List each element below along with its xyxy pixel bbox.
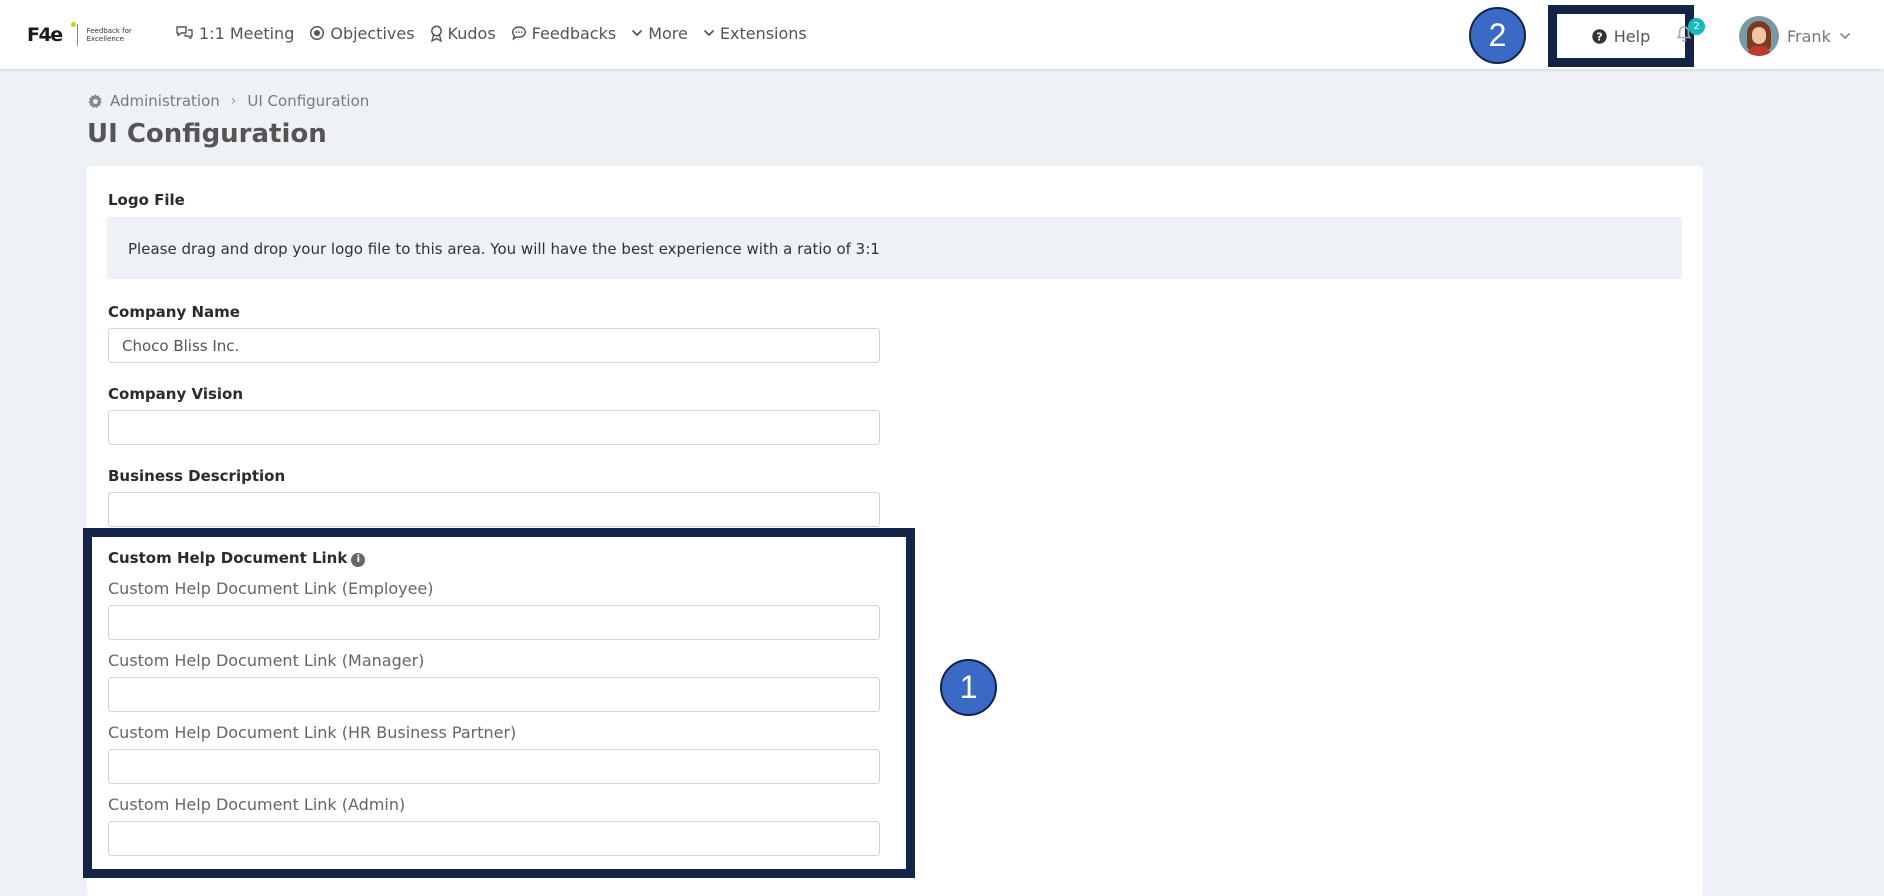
avatar-shirt <box>1748 46 1770 56</box>
logo-mark: F4e <box>27 24 63 46</box>
chevron-down-icon <box>632 29 643 37</box>
custom-help-hr-business-partner-input[interactable] <box>108 749 880 784</box>
avatar <box>1739 16 1779 56</box>
page-title: UI Configuration <box>87 119 327 149</box>
award-icon <box>430 25 442 42</box>
company-vision-label: Company Vision <box>108 385 244 403</box>
breadcrumb-current: UI Configuration <box>247 92 370 110</box>
company-vision-input[interactable] <box>108 410 880 445</box>
nav-item-1on1-meeting[interactable]: 1:1 Meeting <box>175 24 294 43</box>
logo-tagline: Feedback for Excellence <box>86 27 132 43</box>
chat-bubbles-icon <box>176 26 193 39</box>
nav-item-label: More <box>648 23 688 43</box>
nav-item-label: Feedbacks <box>531 23 617 43</box>
user-menu[interactable]: Frank <box>1739 16 1851 56</box>
company-name-input[interactable] <box>108 328 880 363</box>
custom-help-manager-input[interactable] <box>108 677 880 712</box>
user-name: Frank <box>1787 26 1831 46</box>
business-description-input[interactable] <box>108 492 880 527</box>
avatar-face <box>1752 27 1766 44</box>
logo-divider <box>76 24 78 46</box>
logo-file-label: Logo File <box>108 191 185 209</box>
help-button-label: Help <box>1613 26 1651 46</box>
chevron-down-icon <box>1839 32 1850 40</box>
svg-text:?: ? <box>1596 30 1602 43</box>
nav-item-objectives[interactable]: Objectives <box>309 23 415 43</box>
custom-help-admin-input[interactable] <box>108 821 880 856</box>
nav-item-label: Kudos <box>447 23 496 43</box>
nav-item-extensions[interactable]: Extensions <box>703 24 807 43</box>
gear-icon <box>88 93 102 108</box>
chevron-down-icon <box>703 29 714 37</box>
nav-item-label: Objectives <box>330 23 415 43</box>
nav-item-more[interactable]: More <box>631 24 688 43</box>
question-circle-icon: ? <box>1592 28 1607 44</box>
top-navigation-bar: F4e Feedback for Excellence 1:1 Meeting … <box>0 0 1884 69</box>
nav-item-label: Extensions <box>719 23 807 43</box>
logo-dot <box>71 22 76 27</box>
target-icon <box>310 25 325 41</box>
notification-badge: 2 <box>1688 18 1705 35</box>
nav-item-feedbacks[interactable]: Feedbacks <box>511 23 617 43</box>
step-marker-1: 1 <box>940 659 997 716</box>
business-description-label: Business Description <box>108 467 286 485</box>
nav-item-label: 1:1 Meeting <box>199 23 295 43</box>
company-name-label: Company Name <box>108 303 240 321</box>
info-icon[interactable]: i <box>351 553 366 567</box>
custom-help-label-text: Custom Help Document Link <box>108 549 348 567</box>
breadcrumb-separator-icon: › <box>230 93 237 109</box>
app-logo[interactable]: F4e Feedback for Excellence <box>27 20 139 50</box>
help-button[interactable]: ? Help <box>1548 5 1694 67</box>
breadcrumb: Administration › UI Configuration <box>88 92 369 110</box>
comment-icon <box>511 26 526 41</box>
logo-dropzone[interactable]: Please drag and drop your logo file to t… <box>107 217 1682 279</box>
breadcrumb-administration[interactable]: Administration <box>110 92 220 110</box>
custom-help-admin-label: Custom Help Document Link (Admin) <box>108 795 406 814</box>
main-nav: 1:1 Meeting Objectives Kudos Feedbacks M… <box>175 22 822 44</box>
step-marker-2: 2 <box>1469 7 1526 64</box>
custom-help-employee-input[interactable] <box>108 605 880 640</box>
custom-help-employee-label: Custom Help Document Link (Employee) <box>108 579 434 598</box>
custom-help-manager-label: Custom Help Document Link (Manager) <box>108 651 425 670</box>
custom-help-document-link-label: Custom Help Document Link i <box>108 549 366 567</box>
nav-item-kudos[interactable]: Kudos <box>430 24 496 43</box>
custom-help-hr-business-partner-label: Custom Help Document Link (HR Business P… <box>108 723 517 742</box>
